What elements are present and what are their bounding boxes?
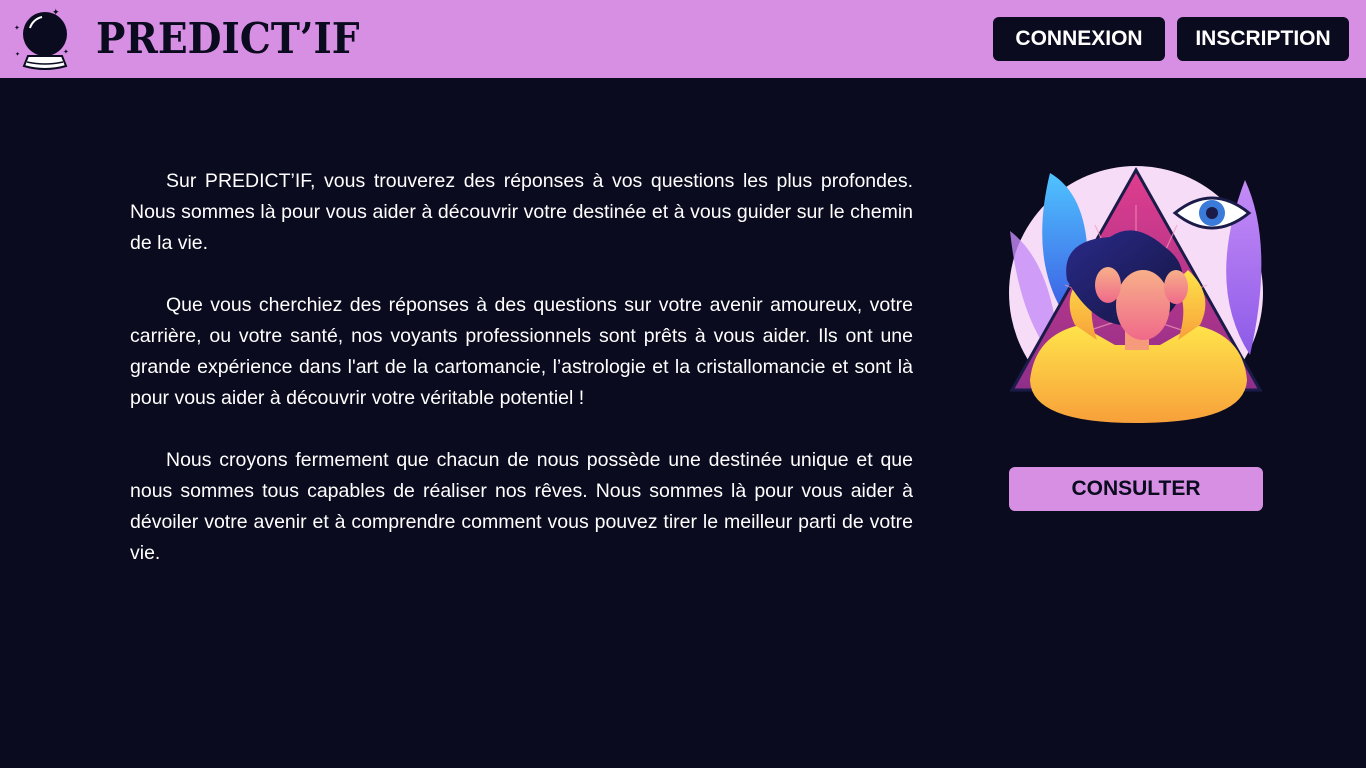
- inscription-button[interactable]: INSCRIPTION: [1177, 17, 1349, 61]
- svg-text:✦: ✦: [63, 48, 69, 56]
- intro-paragraph-3: Nous croyons fermement que chacun de nou…: [130, 449, 913, 564]
- intro-paragraph-2: Que vous cherchiez des réponses à des qu…: [130, 294, 913, 409]
- top-header: ✦ ✦ ✦ ✦ PREDICT’IF CONNEXION INSCRIPTION: [0, 0, 1366, 78]
- connexion-button[interactable]: CONNEXION: [993, 17, 1165, 61]
- intro-paragraph-1: Sur PREDICT’IF, vous trouverez des répon…: [130, 170, 913, 254]
- consult-button[interactable]: CONSULTER: [1009, 467, 1263, 511]
- svg-text:✦: ✦: [15, 51, 20, 58]
- intro-text: Sur PREDICT’IF, vous trouverez des répon…: [130, 166, 913, 600]
- brand-name[interactable]: PREDICT’IF: [96, 13, 360, 65]
- svg-text:✦: ✦: [14, 24, 20, 32]
- crystal-ball-icon[interactable]: ✦ ✦ ✦ ✦: [14, 6, 76, 74]
- mystic-eye-illustration: [1009, 166, 1263, 423]
